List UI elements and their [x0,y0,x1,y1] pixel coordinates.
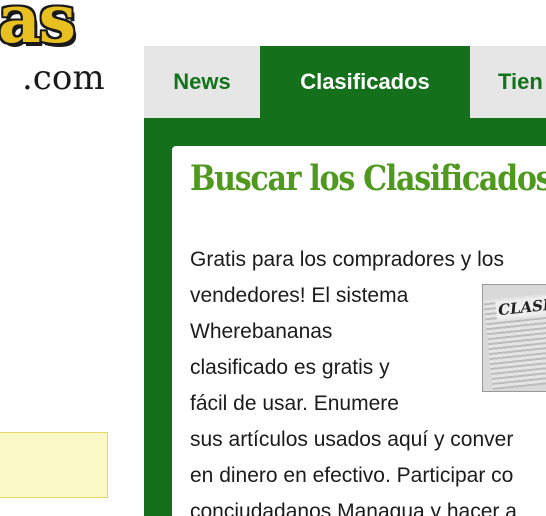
main-tab-bar: News Clasificados Tien [144,46,546,118]
paragraph-line: en dinero en efectivo. Participar co [190,464,514,487]
logo-wordmark: as [0,0,76,58]
paragraph-line: Gratis para los compradores y los [190,248,504,271]
tab-tienda[interactable]: Tien [470,46,546,118]
content-card: Buscar los Clasificados Gratis para los … [172,146,546,516]
paragraph-line: sus artículos usados aquí y conver [190,428,514,451]
site-logo[interactable]: as .com [0,0,110,100]
paragraph-line: conciudadanos Managua y hacer a [190,500,517,516]
sidebar-yellow-box [0,432,108,498]
logo-domain-suffix: .com [22,58,105,98]
classifieds-newspaper-image: CLASIF [482,284,546,392]
page-title: Buscar los Clasificados [190,158,546,199]
tab-clasificados[interactable]: Clasificados [260,46,470,118]
tab-news[interactable]: News [144,46,260,118]
